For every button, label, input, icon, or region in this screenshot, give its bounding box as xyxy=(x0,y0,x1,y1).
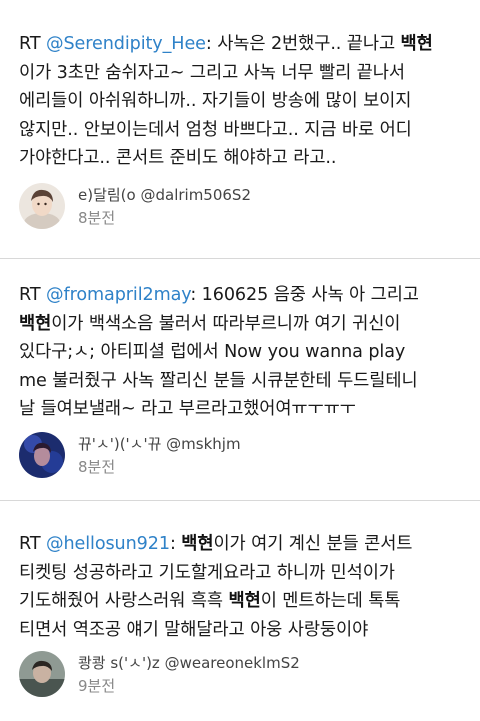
text-segment: 기도해줬어 사랑스러워 흑흑 xyxy=(19,591,229,611)
text-segment: : xyxy=(169,534,182,554)
text-segment: 이 멘트하는데 톡톡 xyxy=(260,591,401,611)
text-segment: RT xyxy=(19,285,46,305)
tweet-text-line: 가야한다고.. 콘서트 준비도 해야하고 라고.. xyxy=(19,144,469,173)
tweet-text-line: 있다구;ㅅ; 아티피셜 럽에서 Now you wanna play xyxy=(19,338,469,367)
highlighted-keyword: 백현 xyxy=(400,34,433,54)
avatar[interactable] xyxy=(19,183,65,229)
text-segment: 티켓팅 성공하라고 기도할게요라고 하니까 민석이가 xyxy=(19,562,395,583)
text-segment: : 160625 음중 사녹 아 그리고 xyxy=(190,285,419,305)
tweet-text-line: RT @hellosun921: 백현이가 여기 계신 분들 콘서트 xyxy=(19,530,469,559)
mention-link[interactable]: @Serendipity_Hee xyxy=(46,34,206,54)
text-segment: 에리들이 아쉬워하니까.. 자기들이 방송에 많이 보이지 xyxy=(19,91,412,111)
text-segment: 있다구;ㅅ; 아티피셜 럽에서 Now you wanna play xyxy=(19,342,406,362)
highlighted-keyword: 백현 xyxy=(228,591,261,611)
text-segment: 티면서 역조공 얘기 말해달라고 아웅 사랑둥이야 xyxy=(19,619,369,640)
author-name[interactable]: 쾅쾅 s('ㅅ')z @weareoneklmS2 xyxy=(78,652,300,673)
avatar[interactable] xyxy=(19,432,65,478)
author-row[interactable]: e)달림(o @dalrim506S2 8분전 xyxy=(19,183,459,233)
author-row[interactable]: 뀨'ㅅ')('ㅅ'뀨 @mskhjm 8분전 xyxy=(19,432,459,482)
mention-link[interactable]: @hellosun921 xyxy=(46,534,170,554)
text-segment: : 사녹은 2번했구.. 끝나고 xyxy=(205,34,401,54)
text-segment: 이가 여기 계신 분들 콘서트 xyxy=(213,534,413,554)
tweet-text: RT @Serendipity_Hee: 사녹은 2번했구.. 끝나고 백현이가… xyxy=(19,30,469,173)
text-segment: 이가 3초만 숨쉬자고~ 그리고 사녹 너무 빨리 끝나서 xyxy=(19,62,405,83)
text-segment: me 불러줬구 사녹 짤리신 분들 시큐분한테 두드릴테니 xyxy=(19,370,418,391)
timestamp: 9분전 xyxy=(78,677,116,695)
tweet-text: RT @hellosun921: 백현이가 여기 계신 분들 콘서트 티켓팅 성공… xyxy=(19,530,469,644)
tweet-text-line: RT @Serendipity_Hee: 사녹은 2번했구.. 끝나고 백현 xyxy=(19,30,469,59)
highlighted-keyword: 백현 xyxy=(181,534,214,554)
text-segment: 않지만.. 안보이는데서 엄청 바쁘다고.. 지금 바로 어디 xyxy=(19,119,412,140)
tweet-text-line: me 불러줬구 사녹 짤리신 분들 시큐분한테 두드릴테니 xyxy=(19,367,469,396)
tweet-item[interactable]: RT @fromapril2may: 160625 음중 사녹 아 그리고 백현이… xyxy=(0,259,480,499)
author-name[interactable]: 뀨'ㅅ')('ㅅ'뀨 @mskhjm xyxy=(78,433,241,454)
tweet-item[interactable]: RT @Serendipity_Hee: 사녹은 2번했구.. 끝나고 백현이가… xyxy=(0,0,480,258)
author-name[interactable]: e)달림(o @dalrim506S2 xyxy=(78,184,251,205)
tweet-text-line: 에리들이 아쉬워하니까.. 자기들이 방송에 많이 보이지 xyxy=(19,87,469,116)
tweet-feed: RT @Serendipity_Hee: 사녹은 2번했구.. 끝나고 백현 이가… xyxy=(0,0,480,721)
text-segment: 날 들여보낼래~ 라고 부르라고했어여ㅠㅜㅠㅜ xyxy=(19,399,356,419)
tweet-text: RT @fromapril2may: 160625 음중 사녹 아 그리고 백현이… xyxy=(19,281,469,424)
text-segment: 이가 백색소음 불러서 따라부르니까 여기 귀신이 xyxy=(51,313,401,334)
highlighted-keyword: 백현 xyxy=(19,313,52,334)
tweet-text-line: 티켓팅 성공하라고 기도할게요라고 하니까 민석이가 xyxy=(19,559,469,588)
author-row[interactable]: 쾅쾅 s('ㅅ')z @weareoneklmS2 9분전 xyxy=(19,651,459,701)
tweet-text-line: RT @fromapril2may: 160625 음중 사녹 아 그리고 xyxy=(19,281,469,310)
avatar[interactable] xyxy=(19,651,65,697)
tweet-text-line: 않지만.. 안보이는데서 엄청 바쁘다고.. 지금 바로 어디 xyxy=(19,116,469,145)
timestamp: 8분전 xyxy=(78,458,116,476)
tweet-text-line: 날 들여보낼래~ 라고 부르라고했어여ㅠㅜㅠㅜ xyxy=(19,395,469,424)
tweet-text-line: 이가 3초만 숨쉬자고~ 그리고 사녹 너무 빨리 끝나서 xyxy=(19,59,469,88)
text-segment: RT xyxy=(19,34,46,54)
tweet-text-line: 티면서 역조공 얘기 말해달라고 아웅 사랑둥이야 xyxy=(19,616,469,645)
tweet-text-line: 기도해줬어 사랑스러워 흑흑 백현이 멘트하는데 톡톡 xyxy=(19,587,469,616)
mention-link[interactable]: @fromapril2may xyxy=(46,285,190,305)
tweet-text-line: 백현이가 백색소음 불러서 따라부르니까 여기 귀신이 xyxy=(19,310,469,339)
text-segment: RT xyxy=(19,534,46,554)
text-segment: 가야한다고.. 콘서트 준비도 해야하고 라고.. xyxy=(19,148,337,168)
timestamp: 8분전 xyxy=(78,209,116,227)
tweet-item[interactable]: RT @hellosun921: 백현이가 여기 계신 분들 콘서트 티켓팅 성공… xyxy=(0,501,480,721)
